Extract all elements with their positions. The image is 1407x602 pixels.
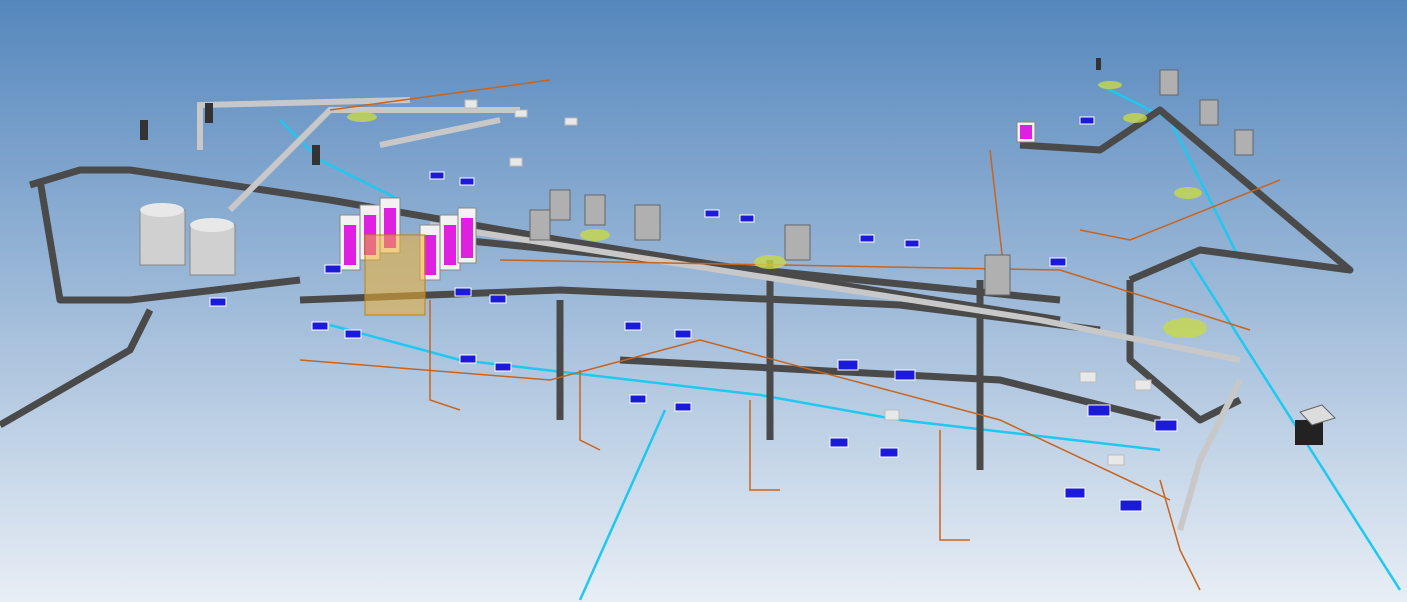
highlighted-equipment-box[interactable] [364,234,426,316]
mep-3d-scene[interactable] [0,0,1407,602]
3d-model-viewport[interactable] [0,0,1407,602]
